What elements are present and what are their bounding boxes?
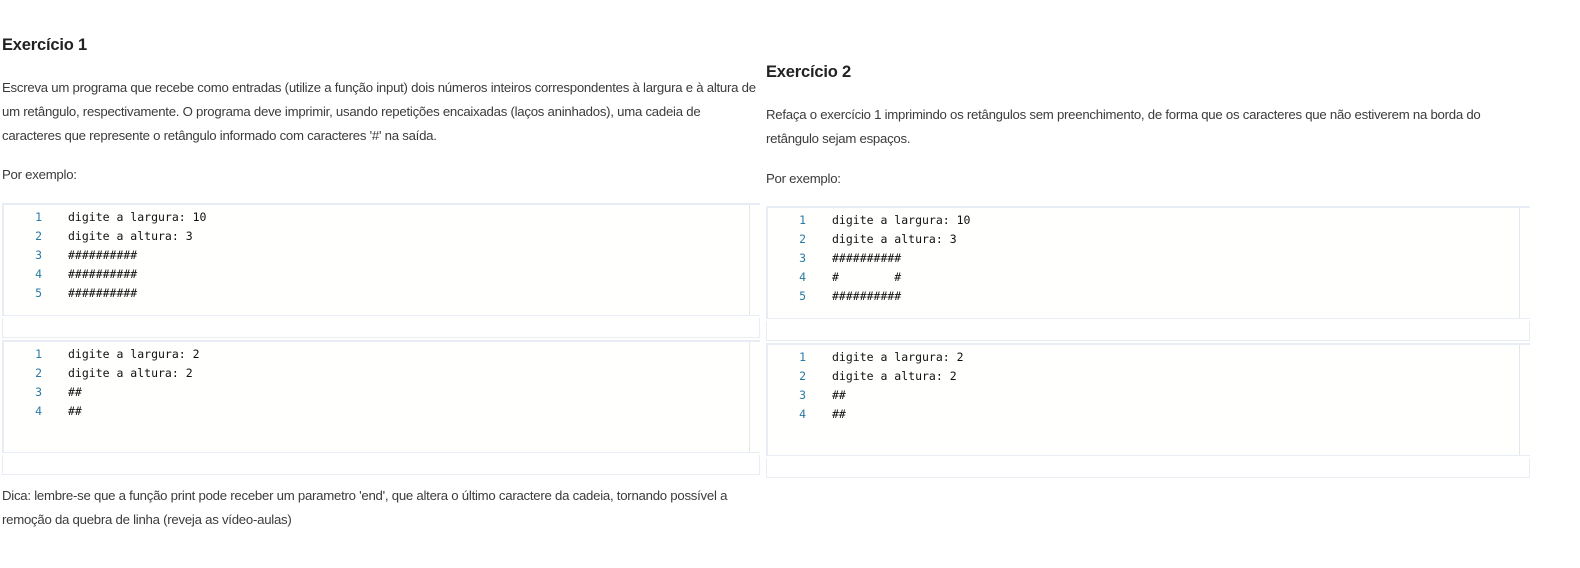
code-line: 3 ## xyxy=(768,386,1530,405)
code-output-box: 1 digite a largura: 10 2 digite a altura: 3… xyxy=(766,206,1530,319)
line-number: 4 xyxy=(799,269,806,284)
line-number: 4 xyxy=(35,403,42,418)
line-number: 1 xyxy=(35,210,42,225)
line-number: 3 xyxy=(799,387,806,402)
line-text: digite a largura: 2 xyxy=(832,350,964,365)
line-text: ## xyxy=(832,387,846,402)
line-text: ## xyxy=(832,406,846,421)
line-number: 5 xyxy=(35,285,42,300)
line-number: 3 xyxy=(799,250,806,265)
line-text: ########## xyxy=(832,250,902,265)
line-text: digite a altura: 3 xyxy=(832,232,957,247)
code-line: 2 digite a altura: 2 xyxy=(768,367,1530,386)
line-text: ########## xyxy=(68,285,138,300)
line-number: 2 xyxy=(35,229,42,244)
line-text: digite a largura: 2 xyxy=(68,347,200,362)
line-text: digite a altura: 2 xyxy=(68,366,193,381)
horizontal-scrollbar[interactable] xyxy=(766,321,1530,341)
line-number: 5 xyxy=(799,288,806,303)
exercise-1-example-label: Por exemplo: xyxy=(2,167,77,182)
code-line: 3 ########## xyxy=(4,246,760,265)
code-line: 3 ########## xyxy=(768,249,1530,268)
line-number: 3 xyxy=(35,384,42,399)
horizontal-scrollbar[interactable] xyxy=(766,458,1530,478)
line-text: ########## xyxy=(68,266,138,281)
line-text: digite a largura: 10 xyxy=(832,213,971,228)
code-line: 1 digite a largura: 10 xyxy=(4,208,760,227)
code-line: 2 digite a altura: 3 xyxy=(768,230,1530,249)
line-number: 4 xyxy=(35,266,42,281)
horizontal-scrollbar[interactable] xyxy=(2,455,760,475)
exercise-2-example-label: Por exemplo: xyxy=(766,171,841,186)
code-line: 4 ## xyxy=(768,404,1530,423)
exercise-2-description: Refaça o exercício 1 imprimindo os retân… xyxy=(766,107,1481,146)
exercise-2-title: Exercício 2 xyxy=(766,63,851,81)
code-line: 5 ########## xyxy=(4,283,760,302)
code-line: 2 digite a altura: 3 xyxy=(4,227,760,246)
code-line: 1 digite a largura: 10 xyxy=(768,211,1530,230)
exercise-1-title: Exercício 1 xyxy=(2,36,87,54)
horizontal-scrollbar[interactable] xyxy=(2,318,760,338)
line-text: digite a largura: 10 xyxy=(68,210,207,225)
code-line: 4 ########## xyxy=(4,264,760,283)
code-output-box: 1 digite a largura: 10 2 digite a altura: 3… xyxy=(2,203,760,316)
line-number: 4 xyxy=(799,406,806,421)
line-text: ########## xyxy=(832,288,902,303)
code-output-box: 1 digite a largura: 2 2 digite a altura: 2 3… xyxy=(2,340,760,453)
line-number: 2 xyxy=(35,366,42,381)
line-number: 1 xyxy=(35,347,42,362)
line-text: digite a altura: 2 xyxy=(832,369,957,384)
line-text: # # xyxy=(832,269,902,284)
code-output-box: 1 digite a largura: 2 2 digite a altura: 2 3… xyxy=(766,343,1530,456)
line-text: ## xyxy=(68,403,82,418)
line-number: 1 xyxy=(799,350,806,365)
line-text: ## xyxy=(68,384,82,399)
exercise-1-description: Escreva um programa que recebe como entr… xyxy=(2,80,756,143)
line-text: digite a altura: 3 xyxy=(68,229,193,244)
line-number: 1 xyxy=(799,213,806,228)
code-line: 1 digite a largura: 2 xyxy=(4,345,760,364)
line-number: 3 xyxy=(35,247,42,262)
line-number: 2 xyxy=(799,369,806,384)
code-line: 4 ## xyxy=(4,401,760,420)
code-line: 3 ## xyxy=(4,383,760,402)
code-line: 5 ########## xyxy=(768,286,1530,305)
code-line: 2 digite a altura: 2 xyxy=(4,364,760,383)
code-line: 1 digite a largura: 2 xyxy=(768,348,1530,367)
line-text: ########## xyxy=(68,247,138,262)
line-number: 2 xyxy=(799,232,806,247)
exercise-1-hint: Dica: lembre-se que a função print pode … xyxy=(2,488,728,527)
code-line: 4 # # xyxy=(768,267,1530,286)
